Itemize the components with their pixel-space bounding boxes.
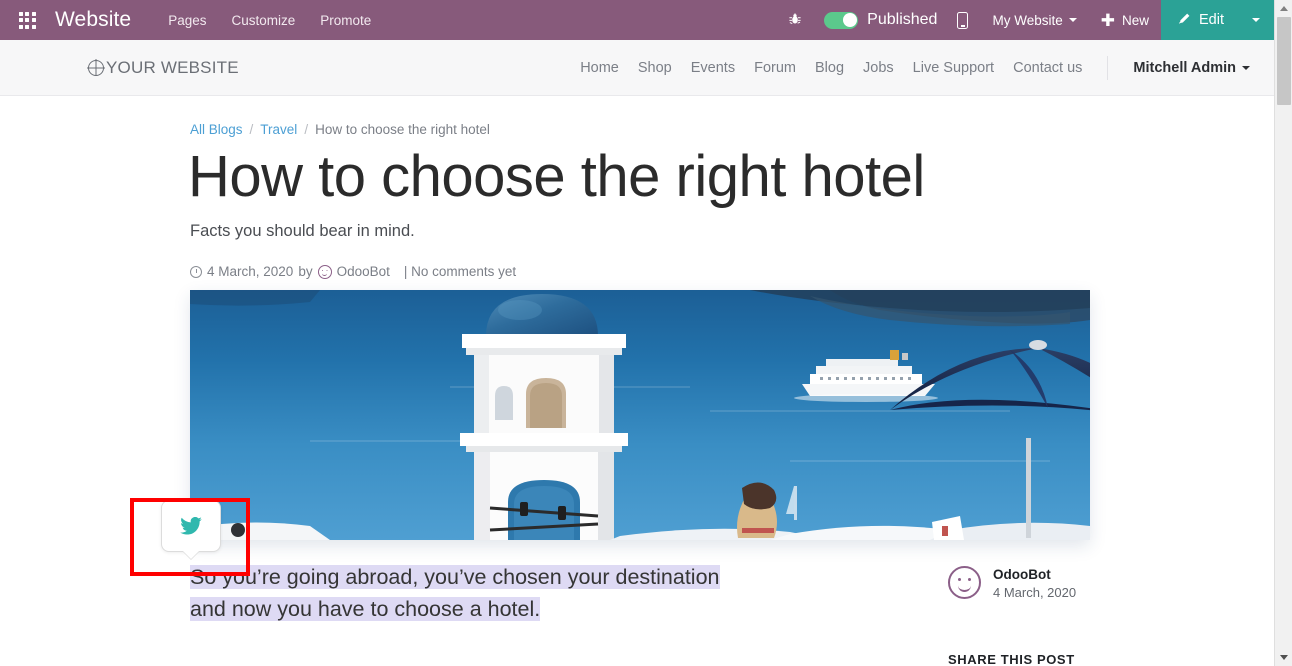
scroll-up-arrow-icon[interactable] <box>1275 0 1292 17</box>
apps-grid-icon[interactable] <box>10 11 44 29</box>
breadcrumb-item-travel[interactable]: Travel <box>260 122 297 137</box>
smiley-avatar-icon <box>317 264 332 279</box>
sidebar-author-info: OdooBot 4 March, 2020 <box>993 566 1076 603</box>
breadcrumb-separator: / <box>249 122 254 137</box>
edit-button[interactable]: Edit <box>1161 0 1240 40</box>
chevron-down-icon <box>1252 18 1260 22</box>
website-selector-label: My Website <box>992 12 1063 28</box>
sidebar-author: OdooBot 4 March, 2020 <box>948 566 1076 603</box>
breadcrumb-item-current: How to choose the right hotel <box>315 122 490 137</box>
user-menu-label: Mitchell Admin <box>1133 59 1236 76</box>
sidebar-author-date: 4 March, 2020 <box>993 585 1077 601</box>
pencil-icon <box>1177 12 1191 29</box>
nav-item-jobs[interactable]: Jobs <box>863 60 894 76</box>
chevron-down-icon <box>1068 18 1077 22</box>
globe-icon <box>88 59 104 76</box>
plus-icon: ✚ <box>1100 10 1115 30</box>
publish-switch[interactable] <box>824 11 859 29</box>
post-comments-count[interactable]: | No comments yet <box>404 264 516 279</box>
nav-item-shop[interactable]: Shop <box>638 60 672 76</box>
systray-menu-customize[interactable]: Customize <box>231 13 295 28</box>
systray-right-group: Published My Website ✚ New Edit <box>776 0 1274 40</box>
systray-menu: Pages Customize Promote <box>168 13 371 28</box>
nav-item-forum[interactable]: Forum <box>754 60 796 76</box>
systray-menu-pages[interactable]: Pages <box>168 13 206 28</box>
nav-item-events[interactable]: Events <box>691 60 735 76</box>
post-date: 4 March, 2020 <box>207 264 294 279</box>
post-subtitle: Facts you should bear in mind. <box>190 222 415 240</box>
new-label: New <box>1121 12 1149 28</box>
scroll-down-arrow-icon[interactable] <box>1275 649 1292 666</box>
nav-item-contact-us[interactable]: Contact us <box>1013 60 1082 76</box>
edit-label: Edit <box>1199 12 1224 28</box>
page-content: All Blogs / Travel / How to choose the r… <box>0 96 1274 666</box>
new-button[interactable]: ✚ New <box>1089 0 1161 40</box>
website-selector-dropdown[interactable]: My Website <box>980 0 1088 40</box>
chevron-down-icon <box>1242 65 1250 70</box>
edit-dropdown-button[interactable] <box>1240 0 1274 40</box>
systray-bar: Website Pages Customize Promote Publishe… <box>0 0 1274 40</box>
site-nav: Home Shop Events Forum Blog Jobs Live Su… <box>580 55 1250 80</box>
breadcrumb-separator: / <box>304 122 309 137</box>
nav-item-live-support[interactable]: Live Support <box>913 60 994 76</box>
post-author[interactable]: OdooBot <box>337 264 390 279</box>
scrollbar-thumb[interactable] <box>1277 17 1291 105</box>
bug-glyph <box>788 12 802 28</box>
mobile-preview-icon[interactable] <box>945 0 980 40</box>
breadcrumb: All Blogs / Travel / How to choose the r… <box>190 122 490 137</box>
sidebar-author-name: OdooBot <box>993 567 1051 582</box>
app-brand-website[interactable]: Website <box>55 8 131 32</box>
post-hero-image <box>190 290 1090 540</box>
vertical-scrollbar[interactable] <box>1274 0 1292 666</box>
post-meta-by: by <box>298 264 313 279</box>
mobile-glyph <box>957 11 969 29</box>
nav-item-blog[interactable]: Blog <box>815 60 844 76</box>
smiley-avatar-icon <box>948 566 981 599</box>
twitter-bird-icon <box>180 516 202 535</box>
twitter-share-tooltip[interactable] <box>161 500 221 552</box>
post-body: So you’re going abroad, you’ve chosen yo… <box>190 562 750 626</box>
debug-bug-icon[interactable] <box>776 0 814 40</box>
clock-icon <box>190 265 202 278</box>
page-title: How to choose the right hotel <box>188 144 925 209</box>
post-body-selected-text: So you’re going abroad, you’ve chosen yo… <box>190 565 720 621</box>
post-meta: 4 March, 2020 by OdooBot | No comments y… <box>190 264 516 279</box>
nav-item-home[interactable]: Home <box>580 60 619 76</box>
nav-divider <box>1107 55 1109 80</box>
site-header: YOUR WEBSITE Home Shop Events Forum Blog… <box>0 40 1274 96</box>
share-this-post-heading: SHARE THIS POST <box>948 652 1075 666</box>
systray-menu-promote[interactable]: Promote <box>320 13 371 28</box>
publish-toggle[interactable]: Published <box>814 11 945 29</box>
breadcrumb-item-all-blogs[interactable]: All Blogs <box>190 122 243 137</box>
user-menu[interactable]: Mitchell Admin <box>1133 60 1250 76</box>
site-logo-text: YOUR WEBSITE <box>106 57 239 77</box>
site-logo[interactable]: YOUR WEBSITE <box>88 58 239 78</box>
publish-label: Published <box>867 11 938 28</box>
